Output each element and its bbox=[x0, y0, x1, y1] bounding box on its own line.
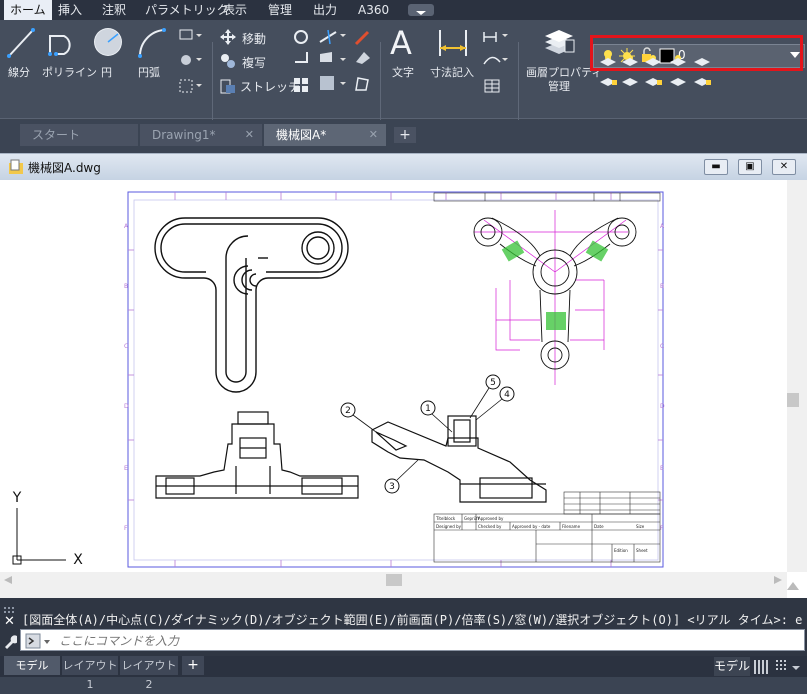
title-block-designed: Designed by bbox=[436, 524, 462, 529]
ucs-y-label: Y bbox=[12, 490, 22, 506]
ucs-x-label: X bbox=[73, 552, 83, 568]
grid-icon[interactable] bbox=[754, 659, 770, 678]
close-icon[interactable]: ✕ bbox=[369, 124, 378, 146]
svg-text:F: F bbox=[660, 525, 664, 532]
model-space-button[interactable]: モデル bbox=[714, 657, 750, 676]
arc-button[interactable]: 円弧 bbox=[138, 64, 160, 80]
svg-text:C: C bbox=[124, 343, 128, 350]
file-tab-drawing1[interactable]: Drawing1* ✕ bbox=[140, 124, 262, 146]
arc-icon[interactable] bbox=[136, 26, 168, 64]
drawing-window-titlebar: 機械図A.dwg ▬ ▣ ✕ bbox=[0, 154, 807, 180]
drawing-window: 機械図A.dwg ▬ ▣ ✕ ABCDEF ABCDEF 1 2 3 4 5 T… bbox=[0, 153, 807, 599]
svg-text:B: B bbox=[124, 283, 128, 290]
command-history: [図面全体(A)/中心点(C)/ダイナミック(D)/オブジェクト範囲(E)/前画… bbox=[22, 613, 803, 627]
file-tab-bar: スタート Drawing1* ✕ 機械図A* ✕ + bbox=[0, 120, 807, 148]
text-button[interactable]: 文字 bbox=[392, 64, 414, 80]
maximize-icon[interactable]: ▣ bbox=[738, 159, 762, 175]
tab-home[interactable]: ホーム bbox=[4, 0, 52, 20]
file-tab-mechanical-a[interactable]: 機械図A* ✕ bbox=[264, 124, 386, 146]
svg-text:E: E bbox=[660, 465, 664, 472]
balloon-5: 5 bbox=[490, 378, 496, 388]
wrench-icon[interactable] bbox=[3, 634, 19, 653]
tab-manage[interactable]: 管理 bbox=[268, 0, 292, 20]
polyline-button[interactable]: ポリライン bbox=[42, 64, 97, 80]
tab-insert[interactable]: 挿入 bbox=[58, 0, 82, 20]
balloon-3: 3 bbox=[389, 482, 395, 492]
new-tab-plus-icon[interactable]: + bbox=[394, 127, 416, 143]
title-block-filename: Filename bbox=[562, 524, 581, 529]
move-icon[interactable] bbox=[220, 29, 236, 49]
command-prompt-icon[interactable] bbox=[25, 632, 53, 650]
tab-parametric[interactable]: パラメトリック bbox=[145, 0, 229, 20]
ucs-icon bbox=[12, 508, 66, 565]
title-block-date: Date bbox=[594, 524, 604, 529]
minimize-icon[interactable]: ▬ bbox=[704, 159, 728, 175]
status-bar: モデル レイアウト1 レイアウト2 + モデル bbox=[0, 656, 807, 691]
svg-text:C: C bbox=[660, 343, 664, 350]
title-block-edition: Edition bbox=[614, 548, 628, 553]
svg-text:B: B bbox=[660, 283, 664, 290]
move-button[interactable]: 移動 bbox=[242, 30, 266, 47]
balloon-1: 1 bbox=[425, 404, 431, 414]
snap-icon[interactable] bbox=[776, 659, 802, 678]
file-tab-start[interactable]: スタート bbox=[20, 124, 138, 146]
balloon-4: 4 bbox=[504, 390, 510, 400]
title-block-approved-by: Approved by - date bbox=[512, 524, 551, 529]
title-block-approved: Approved by bbox=[478, 516, 504, 521]
copy-icon[interactable] bbox=[220, 53, 236, 73]
layer-properties-icon[interactable] bbox=[543, 26, 575, 60]
drawing-window-title: 機械図A.dwg bbox=[28, 161, 101, 175]
horizontal-scroll-thumb[interactable] bbox=[386, 574, 402, 586]
svg-text:E: E bbox=[124, 465, 128, 472]
title-block-size: Size bbox=[636, 524, 645, 529]
polyline-icon[interactable] bbox=[46, 26, 80, 64]
line-icon[interactable] bbox=[6, 26, 36, 64]
close-icon[interactable]: ✕ bbox=[772, 159, 796, 175]
balloon-2: 2 bbox=[345, 406, 351, 416]
title-block-title: Titelblock bbox=[435, 516, 456, 521]
svg-text:F: F bbox=[124, 525, 128, 532]
close-icon[interactable]: ✕ bbox=[245, 124, 254, 146]
grip-handle[interactable] bbox=[4, 602, 16, 613]
svg-text:D: D bbox=[124, 403, 129, 410]
dimension-icon[interactable] bbox=[436, 26, 470, 64]
layout-tab-model[interactable]: モデル bbox=[4, 656, 60, 675]
line-button[interactable]: 線分 bbox=[8, 64, 30, 80]
modify-small-tools[interactable] bbox=[292, 28, 372, 100]
tab-output[interactable]: 出力 bbox=[313, 0, 337, 20]
text-icon[interactable]: A bbox=[390, 24, 412, 62]
vertical-scroll-thumb[interactable] bbox=[787, 393, 799, 407]
layout-tab-layout1[interactable]: レイアウト1 bbox=[62, 656, 118, 691]
title-block-checked-by: Checked by bbox=[478, 524, 502, 529]
copy-button[interactable]: 複写 bbox=[242, 54, 266, 71]
circle-icon[interactable] bbox=[92, 26, 124, 64]
tab-annotate[interactable]: 注釈 bbox=[102, 0, 126, 20]
command-line-panel: ✕ [図面全体(A)/中心点(C)/ダイナミック(D)/オブジェクト範囲(E)/… bbox=[0, 598, 807, 656]
tab-view[interactable]: 表示 bbox=[223, 0, 247, 20]
circle-button[interactable]: 円 bbox=[101, 64, 112, 80]
svg-text:D: D bbox=[660, 403, 665, 410]
close-icon[interactable]: ✕ bbox=[4, 614, 15, 629]
svg-text:A: A bbox=[660, 223, 665, 230]
layer-properties-button-line2: 管理 bbox=[548, 80, 570, 93]
stretch-button[interactable]: ストレッチ bbox=[240, 78, 300, 95]
stretch-icon[interactable] bbox=[220, 77, 236, 99]
command-input[interactable] bbox=[57, 632, 761, 650]
draw-small-tools[interactable] bbox=[178, 28, 204, 108]
drawing-canvas[interactable]: ABCDEF ABCDEF 1 2 3 4 5 Titelblock Geprü… bbox=[0, 180, 807, 599]
ribbon-tab-bar: ホーム 挿入 注釈 パラメトリック 表示 管理 出力 A360 bbox=[0, 0, 807, 20]
layer-small-tools[interactable] bbox=[598, 50, 718, 94]
dwg-file-icon bbox=[9, 159, 23, 174]
dimension-button[interactable]: 寸法記入 bbox=[430, 64, 474, 80]
title-block-sheet: Sheet bbox=[636, 548, 648, 553]
annotation-small-tools[interactable] bbox=[482, 28, 512, 108]
layout-tab-layout2[interactable]: レイアウト2 bbox=[120, 656, 178, 691]
ribbon-options-button[interactable] bbox=[408, 4, 434, 16]
tab-a360[interactable]: A360 bbox=[358, 0, 389, 20]
ribbon: 線分 ポリライン 円 円弧 移動 複写 ストレッチ A 文字 寸法記入 画層プロ… bbox=[0, 20, 807, 139]
command-input-box[interactable] bbox=[20, 629, 805, 651]
add-layout-plus-icon[interactable]: + bbox=[182, 656, 204, 675]
